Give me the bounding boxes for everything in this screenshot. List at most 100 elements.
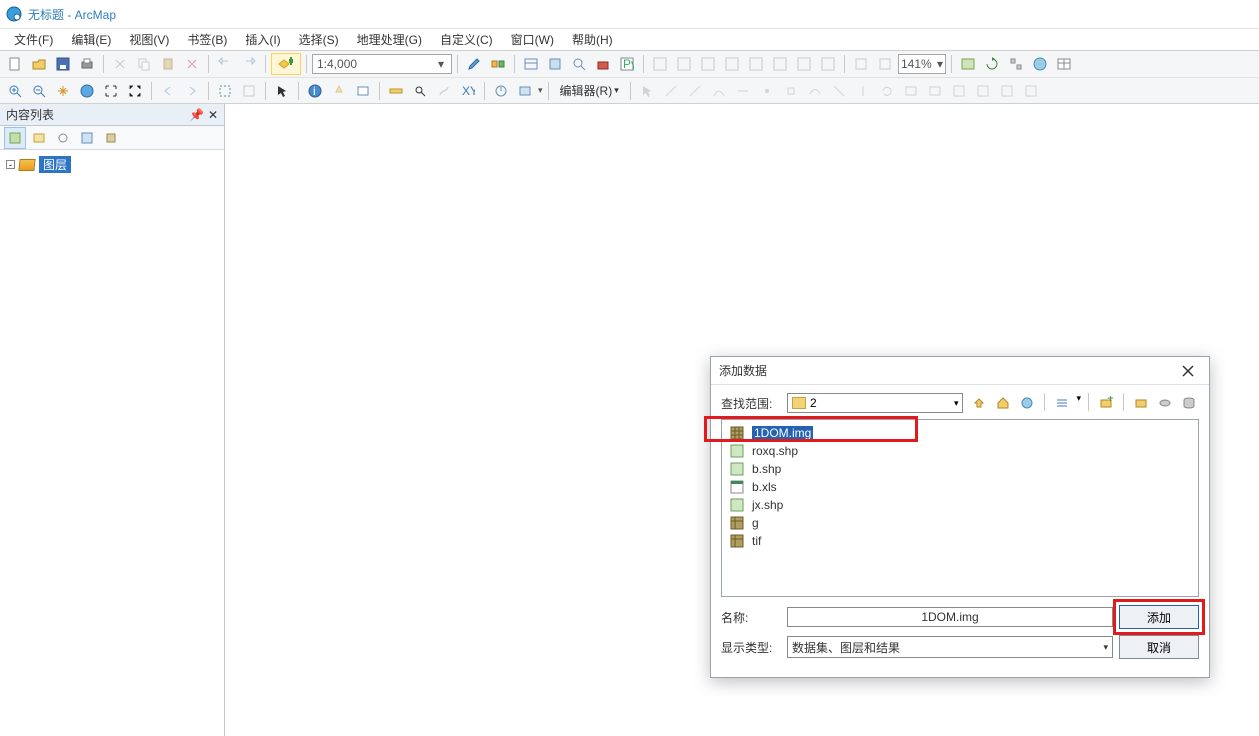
up-one-level-button[interactable]	[969, 393, 989, 413]
menu-view[interactable]: 视图(V)	[121, 29, 177, 50]
edit-tool-2[interactable]	[972, 80, 994, 102]
html-popup-button[interactable]	[352, 80, 374, 102]
straight-segment-button[interactable]	[684, 80, 706, 102]
dialog-titlebar[interactable]: 添加数据	[711, 357, 1209, 385]
file-item-selected[interactable]: 1DOM.img	[722, 424, 1198, 442]
prev-extent-button[interactable]	[157, 80, 179, 102]
find-button[interactable]	[409, 80, 431, 102]
cut-button[interactable]	[109, 53, 131, 75]
edit-tool-button[interactable]	[636, 80, 658, 102]
toc-tree[interactable]: - 图层	[0, 150, 224, 736]
arc-segment-button[interactable]	[708, 80, 730, 102]
print-button[interactable]	[76, 53, 98, 75]
menu-file[interactable]: 文件(F)	[6, 29, 61, 50]
menu-insert[interactable]: 插入(I)	[237, 29, 288, 50]
time-slider-button[interactable]	[490, 80, 512, 102]
zoom-in-button[interactable]	[4, 80, 26, 102]
rotate-button[interactable]	[876, 80, 898, 102]
connect-folder-button[interactable]	[1017, 393, 1037, 413]
globe-button[interactable]	[1029, 53, 1051, 75]
data-frame-button[interactable]	[957, 53, 979, 75]
georef-icon[interactable]	[649, 53, 671, 75]
close-button[interactable]	[1175, 361, 1201, 381]
layout-zoom-combo[interactable]: 141% ▾	[898, 54, 946, 74]
georef-icon-3[interactable]	[697, 53, 719, 75]
full-extent-button[interactable]	[76, 80, 98, 102]
select-elements-button[interactable]	[271, 80, 293, 102]
editor-toolbar-btn[interactable]	[463, 53, 485, 75]
clear-selection-button[interactable]	[238, 80, 260, 102]
list-by-source-button[interactable]	[28, 127, 50, 149]
menu-customize[interactable]: 自定义(C)	[432, 29, 501, 50]
hyperlink-button[interactable]	[328, 80, 350, 102]
menu-help[interactable]: 帮助(H)	[564, 29, 621, 50]
save-button[interactable]	[52, 53, 74, 75]
georef-icon-2[interactable]	[673, 53, 695, 75]
menu-edit[interactable]: 编辑(E)	[63, 29, 119, 50]
attributes-button[interactable]	[900, 80, 922, 102]
select-features-button[interactable]	[214, 80, 236, 102]
model-builder-button[interactable]	[487, 53, 509, 75]
file-item[interactable]: g	[722, 514, 1198, 532]
file-item[interactable]: b.shp	[722, 460, 1198, 478]
list-by-selection-button[interactable]	[76, 127, 98, 149]
new-button[interactable]	[4, 53, 26, 75]
fixed-zoom-in-button[interactable]	[100, 80, 122, 102]
menu-selection[interactable]: 选择(S)	[291, 29, 347, 50]
zoom-out-button[interactable]	[28, 80, 50, 102]
sketch-properties-button[interactable]	[924, 80, 946, 102]
go-to-xy-button[interactable]: XY	[457, 80, 479, 102]
reshape-button[interactable]	[804, 80, 826, 102]
file-list[interactable]: 1DOM.img roxq.shp b.shp b.xls jx.shp g	[721, 419, 1199, 597]
add-connection-button[interactable]	[1131, 393, 1151, 413]
menu-bookmarks[interactable]: 书签(B)	[179, 29, 235, 50]
catalog-tree-button[interactable]	[1005, 53, 1027, 75]
list-view-button[interactable]	[1052, 393, 1072, 413]
georef-icon-6[interactable]	[769, 53, 791, 75]
cut-polygons-button[interactable]	[828, 80, 850, 102]
menu-geoprocessing[interactable]: 地理处理(G)	[349, 29, 430, 50]
create-viewer-button[interactable]	[514, 80, 536, 102]
file-item[interactable]: jx.shp	[722, 496, 1198, 514]
file-item[interactable]: roxq.shp	[722, 442, 1198, 460]
split-button[interactable]	[852, 80, 874, 102]
layout-icon[interactable]	[850, 53, 872, 75]
menu-window[interactable]: 窗口(W)	[503, 29, 562, 50]
next-extent-button[interactable]	[181, 80, 203, 102]
redo-button[interactable]	[238, 53, 260, 75]
table-of-contents-button[interactable]	[520, 53, 542, 75]
file-item[interactable]: b.xls	[722, 478, 1198, 496]
add-button[interactable]: 添加	[1119, 605, 1199, 629]
georef-icon-4[interactable]	[721, 53, 743, 75]
georef-icon-5[interactable]	[745, 53, 767, 75]
fixed-zoom-out-button[interactable]	[124, 80, 146, 102]
georef-icon-8[interactable]	[817, 53, 839, 75]
home-button[interactable]	[993, 393, 1013, 413]
point-button[interactable]	[756, 80, 778, 102]
open-button[interactable]	[28, 53, 50, 75]
type-select[interactable]: 数据集、图层和结果 ▾	[787, 636, 1113, 658]
edit-annotation-button[interactable]	[660, 80, 682, 102]
lookin-combo[interactable]: 2 ▾	[787, 393, 963, 413]
search-button[interactable]	[568, 53, 590, 75]
layout-icon-2[interactable]	[874, 53, 896, 75]
list-by-visibility-button[interactable]	[52, 127, 74, 149]
find-route-button[interactable]	[433, 80, 455, 102]
options-button[interactable]	[100, 127, 122, 149]
python-window-button[interactable]: Py	[616, 53, 638, 75]
catalog-button[interactable]	[544, 53, 566, 75]
measure-button[interactable]	[385, 80, 407, 102]
geodatabase-button[interactable]	[1179, 393, 1199, 413]
create-features-button[interactable]	[948, 80, 970, 102]
undo-button[interactable]	[214, 53, 236, 75]
expand-icon[interactable]: -	[6, 160, 15, 169]
pin-icon[interactable]: 📌	[189, 108, 204, 122]
close-icon[interactable]: ✕	[208, 108, 218, 122]
edit-vertices-button[interactable]	[780, 80, 802, 102]
refresh-button[interactable]	[981, 53, 1003, 75]
disconnect-button[interactable]	[1155, 393, 1175, 413]
identify-button[interactable]: i	[304, 80, 326, 102]
file-item[interactable]: tif	[722, 532, 1198, 550]
paste-button[interactable]	[157, 53, 179, 75]
cancel-button[interactable]: 取消	[1119, 635, 1199, 659]
